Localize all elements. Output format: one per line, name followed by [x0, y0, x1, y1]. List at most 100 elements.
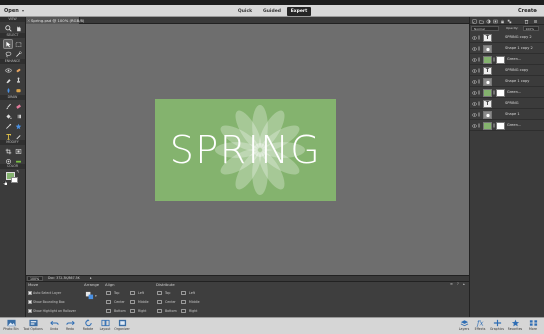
layer-link-icon[interactable]: [478, 46, 480, 51]
mode-guided-tab[interactable]: Guided: [260, 7, 284, 16]
distribute-bottom-icon[interactable]: [157, 309, 162, 313]
mask-link-icon[interactable]: [493, 57, 495, 62]
gradient-tool-icon[interactable]: [14, 112, 22, 120]
align-right-label[interactable]: Right: [138, 309, 146, 313]
align-bottom-label[interactable]: Bottom: [114, 309, 126, 313]
layer-name[interactable]: SPRING copy 2: [505, 32, 532, 43]
distribute-bottom-label[interactable]: Bottom: [165, 309, 177, 313]
layer-visibility-icon[interactable]: [471, 68, 477, 73]
brush-tool-icon[interactable]: [4, 102, 12, 110]
panel-menu-icon[interactable]: [533, 19, 538, 24]
blend-mode-select[interactable]: Normal: [471, 26, 499, 31]
spring-artwork[interactable]: SPRING: [155, 99, 336, 201]
spot-healing-tool-icon[interactable]: [14, 66, 22, 74]
open-button[interactable]: Open: [4, 7, 19, 15]
paint-bucket-tool-icon[interactable]: [4, 112, 12, 120]
delete-layer-icon[interactable]: [524, 19, 529, 24]
document-tab-title[interactable]: Spring.psd @ 100% (RGB/8): [31, 17, 84, 24]
layer-row[interactable]: Shape 1 copy: [470, 76, 544, 87]
adjustment-layer-icon[interactable]: [486, 19, 491, 24]
distribute-center-label[interactable]: Center: [165, 300, 176, 304]
distribute-middle-label[interactable]: Middle: [189, 300, 200, 304]
mode-quick-tab[interactable]: Quick: [234, 7, 256, 16]
new-group-icon[interactable]: [479, 19, 484, 24]
distribute-left-label[interactable]: Left: [189, 291, 195, 295]
layer-visibility-icon[interactable]: [471, 112, 477, 117]
create-dropdown-icon[interactable]: ▾: [535, 7, 537, 15]
graphics-button[interactable]: Graphics: [487, 318, 507, 334]
layer-row[interactable]: Green...: [470, 120, 544, 131]
help-icon[interactable]: ?: [457, 282, 459, 287]
layer-link-icon[interactable]: [478, 90, 480, 95]
align-right-icon[interactable]: [130, 309, 135, 313]
layer-link-icon[interactable]: [478, 112, 480, 117]
layer-name[interactable]: Shape 1 copy 2: [505, 43, 533, 54]
layer-link-icon[interactable]: [478, 79, 480, 84]
sponge-tool-icon[interactable]: [14, 86, 22, 94]
layer-visibility-icon[interactable]: [471, 46, 477, 51]
layer-row[interactable]: T SPRING copy 2: [470, 32, 544, 43]
layer-row[interactable]: Shape 1: [470, 109, 544, 120]
default-colors-icon[interactable]: [2, 180, 7, 185]
organizer-button[interactable]: Organizer: [112, 318, 132, 334]
favorites-button[interactable]: Favorites: [505, 318, 525, 334]
layer-name[interactable]: Green...: [507, 54, 521, 65]
pencil-tool-icon[interactable]: [14, 132, 22, 140]
layer-visibility-icon[interactable]: [471, 90, 477, 95]
align-middle-label[interactable]: Middle: [138, 300, 149, 304]
mode-expert-tab[interactable]: Expert: [287, 7, 311, 16]
open-dropdown-icon[interactable]: ▾: [22, 7, 24, 15]
distribute-top-label[interactable]: Top: [165, 291, 170, 295]
distribute-right-icon[interactable]: [181, 309, 186, 313]
auto-select-checkbox[interactable]: [28, 291, 32, 295]
swap-colors-icon[interactable]: ↰: [16, 170, 20, 174]
distribute-middle-icon[interactable]: [181, 300, 186, 304]
layer-visibility-icon[interactable]: [471, 123, 477, 128]
align-bottom-icon[interactable]: [106, 309, 111, 313]
mask-link-icon[interactable]: [493, 90, 495, 95]
layer-link-icon[interactable]: [478, 57, 480, 62]
lock-transparent-icon[interactable]: [507, 19, 512, 24]
photo-bin-button[interactable]: Photo Bin: [1, 318, 21, 334]
move-tool-icon[interactable]: [3, 39, 13, 49]
quick-selection-tool-icon[interactable]: [14, 50, 22, 58]
mask-link-icon[interactable]: [493, 123, 495, 128]
layer-mask-icon[interactable]: [493, 19, 498, 24]
distribute-center-icon[interactable]: [157, 300, 162, 304]
eye-tool-icon[interactable]: [4, 66, 12, 74]
align-top-icon[interactable]: [106, 291, 111, 295]
layer-link-icon[interactable]: [478, 68, 480, 73]
layer-row[interactable]: Green...: [470, 54, 544, 65]
zoom-tool-icon[interactable]: [4, 24, 12, 32]
custom-shape-tool-icon[interactable]: [14, 122, 22, 130]
more-button[interactable]: More: [523, 318, 543, 334]
layer-visibility-icon[interactable]: [471, 35, 477, 40]
layer-name[interactable]: Shape 1 copy: [505, 76, 529, 87]
align-left-label[interactable]: Left: [138, 291, 144, 295]
align-left-icon[interactable]: [130, 291, 135, 295]
lock-all-icon[interactable]: [500, 19, 505, 24]
distribute-right-label[interactable]: Right: [189, 309, 197, 313]
distribute-left-icon[interactable]: [181, 291, 186, 295]
lasso-tool-icon[interactable]: [4, 50, 12, 58]
layer-name[interactable]: Green...: [507, 87, 521, 98]
new-layer-icon[interactable]: [472, 19, 477, 24]
smart-brush-tool-icon[interactable]: [4, 76, 12, 84]
hand-tool-icon[interactable]: [14, 24, 22, 32]
highlight-checkbox[interactable]: [28, 309, 32, 313]
eraser-tool-icon[interactable]: [14, 102, 22, 110]
close-tab-icon[interactable]: ×: [27, 17, 30, 24]
redo-button[interactable]: Redo: [60, 318, 80, 334]
layer-name[interactable]: SPRING: [505, 98, 518, 109]
recompose-tool-icon[interactable]: [14, 147, 22, 155]
layer-name[interactable]: Green...: [507, 120, 521, 131]
type-tool-icon[interactable]: [4, 132, 12, 140]
color-picker-tool-icon[interactable]: [4, 122, 12, 130]
blur-tool-icon[interactable]: [4, 86, 12, 94]
opacity-field[interactable]: 100%: [523, 26, 539, 31]
layer-row[interactable]: T SPRING copy: [470, 65, 544, 76]
layer-visibility-icon[interactable]: [471, 101, 477, 106]
align-center-label[interactable]: Center: [114, 300, 125, 304]
align-middle-icon[interactable]: [130, 300, 135, 304]
layer-row[interactable]: Shape 1 copy 2: [470, 43, 544, 54]
